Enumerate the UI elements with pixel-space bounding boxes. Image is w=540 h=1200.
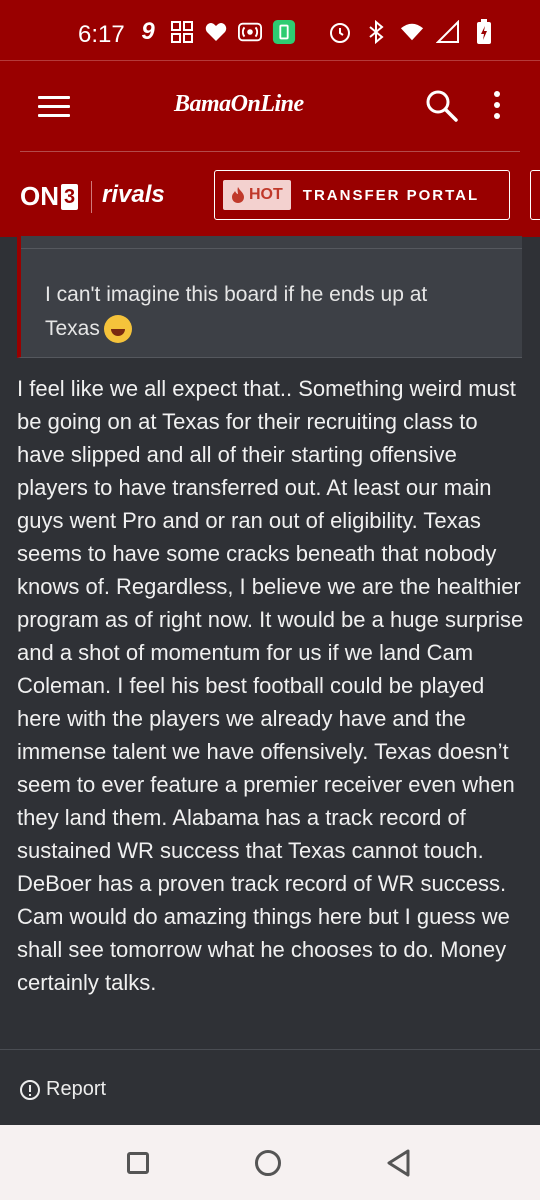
report-label: Report — [46, 1078, 107, 1100]
site-header: BamaOnLine ON 3 rivals HOT TRANSFER PORTA… — [0, 60, 540, 237]
back-icon[interactable] — [384, 1148, 414, 1178]
bluetooth-icon — [364, 20, 388, 44]
on3-logo-text: ON — [20, 181, 59, 211]
recents-icon[interactable] — [127, 1152, 149, 1174]
post-body: I feel like we all expect that.. Somethi… — [17, 376, 524, 995]
alert-circle-icon — [20, 1079, 40, 1100]
wifi-icon — [400, 20, 424, 44]
quote-text: I can't imagine this board if he ends up… — [45, 278, 465, 346]
nine-app-icon: 9 — [141, 18, 155, 45]
transfer-portal-button[interactable]: HOT TRANSFER PORTAL — [214, 170, 510, 220]
hot-label: HOT — [249, 186, 283, 203]
next-nav-pill[interactable] — [530, 170, 540, 220]
flame-icon — [232, 187, 244, 203]
quoted-post: I can't imagine this board if he ends up… — [17, 236, 522, 358]
on3-logo[interactable]: ON 3 — [20, 181, 79, 212]
heart-icon — [204, 20, 228, 44]
battery-charging-icon — [472, 19, 496, 44]
status-bar: 6:17 9 — [0, 0, 540, 60]
battery-saver-icon — [272, 20, 296, 44]
quote-header — [21, 236, 522, 249]
search-icon[interactable] — [425, 89, 459, 123]
hot-badge: HOT — [223, 180, 291, 210]
on3-logo-number: 3 — [61, 183, 79, 210]
transfer-portal-label: TRANSFER PORTAL — [302, 186, 480, 204]
site-logo[interactable]: BamaOnLine — [174, 91, 304, 118]
cast-icon — [238, 20, 262, 44]
logo-separator — [91, 181, 92, 213]
rivals-logo[interactable]: rivals — [102, 181, 165, 209]
post-divider — [0, 1049, 540, 1050]
alarm-icon — [328, 20, 352, 44]
more-options-icon[interactable] — [492, 91, 502, 123]
header-divider — [20, 151, 520, 152]
home-icon[interactable] — [255, 1150, 281, 1176]
signal-icon — [436, 20, 460, 44]
menu-icon[interactable] — [38, 96, 70, 118]
quote-body: I can't imagine this board if he ends up… — [45, 283, 428, 340]
laughing-emoji-icon — [103, 315, 132, 344]
clock: 6:17 — [78, 21, 125, 48]
report-button[interactable]: Report — [20, 1078, 106, 1101]
grid-app-icon — [170, 20, 194, 44]
